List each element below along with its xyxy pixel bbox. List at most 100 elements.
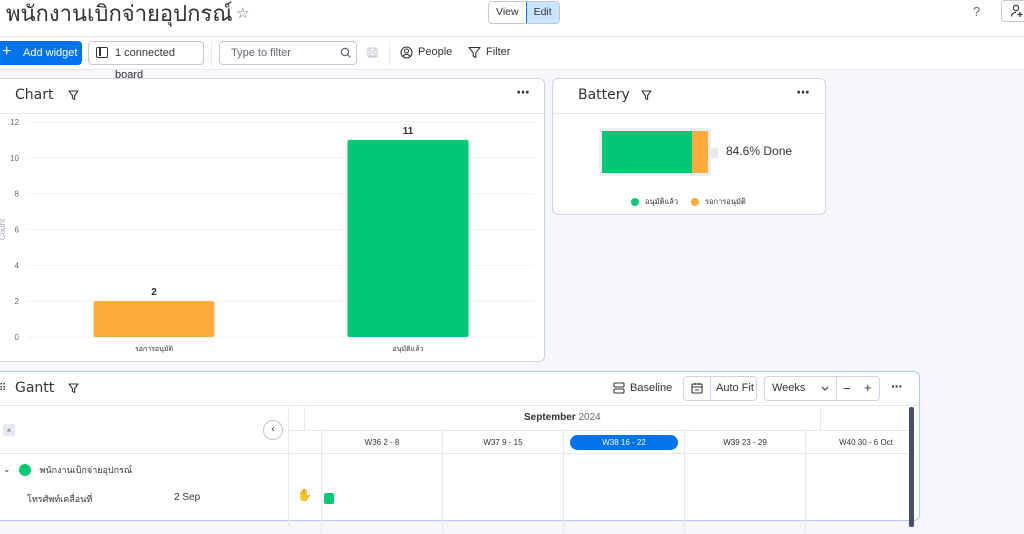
baseline-label: Baseline	[630, 382, 673, 394]
chevron-down-icon[interactable]: ⌄	[3, 465, 11, 475]
week-header: W40 30 - 6 Oct	[805, 431, 926, 454]
divider	[836, 377, 837, 400]
filter-icon[interactable]	[68, 383, 79, 394]
divider	[0, 453, 289, 454]
save-icon[interactable]	[367, 47, 378, 58]
filter-label: Filter	[486, 46, 511, 58]
y-tick-label: 2	[15, 297, 20, 306]
bar[interactable]	[93, 301, 215, 337]
battery-widget: Battery ··· 84.6% Done อนุมัติแล้ว รอการ…	[552, 78, 826, 215]
chevron-down-icon	[821, 386, 829, 391]
search-icon[interactable]	[340, 47, 352, 59]
hand-cursor-icon: ✋	[297, 488, 312, 502]
person-icon	[400, 46, 413, 59]
zoom-in-button[interactable]: +	[864, 376, 872, 399]
y-tick-label: 0	[15, 333, 20, 342]
week-column-divider	[684, 454, 685, 534]
battery-done-text: 84.6% Done	[726, 144, 793, 158]
divider	[211, 41, 212, 66]
y-tick-label: 10	[10, 154, 19, 163]
calendar-icon	[691, 383, 703, 394]
scale-selector[interactable]: Weeks − +	[764, 376, 880, 401]
week-column-divider	[442, 454, 443, 534]
month-year: 2024	[578, 412, 601, 423]
divider	[820, 407, 821, 431]
board-icon	[96, 47, 108, 58]
more-options-icon[interactable]: ···	[891, 378, 903, 394]
filter-icon[interactable]	[641, 90, 652, 101]
week-label: W37 9 - 15	[483, 438, 523, 447]
auto-fit-label: Auto Fit	[716, 382, 754, 394]
add-widget-label: Add widget	[23, 47, 78, 59]
collapse-all-icon[interactable]: ⌅	[3, 424, 15, 436]
board-title[interactable]: พนักงานเบิกจ่ายอุปกรณ์	[6, 0, 233, 30]
week-label: W40 30 - 6 Oct	[839, 438, 893, 447]
widget-title[interactable]: Battery	[578, 87, 630, 103]
drag-handle-icon[interactable]: ⠿	[0, 383, 6, 394]
x-tick-label: อนุมัติแล้ว	[393, 345, 424, 353]
zoom-out-button[interactable]: −	[843, 377, 851, 400]
gantt-widget: ⠿ Gantt Baseline Auto Fit Weeks − + ··· …	[0, 371, 920, 534]
gantt-item-list: ⌅ ‹ ⌄ พนักงานเบิกจ่ายอุปกรณ์ โทรศัพท์เคล…	[0, 407, 289, 527]
gantt-timeline: September 2024 W36 2 - 8 W37 9 - 15 W38 16…	[289, 407, 915, 534]
more-options-icon[interactable]: ···	[796, 85, 810, 101]
add-widget-button[interactable]: + Add widget	[0, 41, 82, 65]
battery-cap	[711, 148, 718, 158]
auto-fit-button[interactable]: Auto Fit	[683, 376, 757, 401]
edit-button[interactable]: Edit	[525, 2, 559, 23]
widget-title[interactable]: Gantt	[15, 380, 54, 396]
calendar-button[interactable]	[684, 377, 711, 400]
board-header: พนักงานเบิกจ่ายอุปกรณ์ ☆ View Edit ?	[0, 0, 1024, 36]
item-name[interactable]: โทรศัพท์เคลื่อนที่	[27, 492, 92, 506]
week-column-divider	[563, 454, 564, 534]
y-tick-label: 6	[15, 226, 20, 235]
bar-value-label: 11	[403, 126, 414, 137]
item-date: 2 Sep	[174, 492, 201, 503]
filter-button[interactable]: Filter	[468, 46, 511, 59]
y-tick-label: 4	[15, 261, 20, 270]
people-filter-button[interactable]: People	[400, 46, 453, 59]
week-header: W38 16 - 22	[563, 431, 684, 454]
week-label: W38 16 - 22	[570, 435, 678, 450]
widget-header: Chart ···	[0, 79, 544, 114]
filter-icon	[468, 46, 481, 59]
baseline-button[interactable]: Baseline	[613, 382, 672, 394]
legend-label: รอการอนุมัติ	[705, 197, 746, 206]
y-tick-label: 8	[15, 190, 20, 199]
bar[interactable]	[347, 139, 469, 337]
gantt-item-bar[interactable]	[324, 493, 334, 504]
star-icon[interactable]: ☆	[236, 4, 249, 22]
plus-icon: +	[2, 43, 12, 60]
x-tick-label: รอการอนุมัติ	[135, 345, 173, 353]
vertical-scrollbar[interactable]	[909, 407, 914, 527]
widget-title[interactable]: Chart	[15, 87, 53, 103]
widget-header: Battery ···	[553, 79, 825, 114]
week-header-row: W36 2 - 8 W37 9 - 15 W38 16 - 22 W39 23 - 2…	[289, 431, 915, 454]
scale-selected-value: Weeks	[772, 382, 806, 394]
legend-dot	[631, 198, 639, 206]
filter-icon[interactable]	[68, 90, 79, 101]
group-color-dot	[18, 464, 31, 476]
group-header[interactable]: ⌄ พนักงานเบิกจ่ายอุปกรณ์	[3, 463, 132, 477]
help-icon[interactable]: ?	[973, 4, 980, 19]
battery-segment	[602, 131, 692, 173]
week-label: W36 2 - 8	[364, 438, 400, 447]
month-name: September	[524, 412, 576, 423]
y-tick-label: 12	[10, 118, 19, 127]
collapse-panel-button[interactable]: ‹	[263, 420, 283, 440]
widget-header: ⠿ Gantt Baseline Auto Fit Weeks − + ···	[0, 372, 919, 406]
invite-button[interactable]	[1001, 0, 1024, 22]
month-label: September 2024	[524, 412, 601, 423]
week-label: W39 23 - 29	[723, 438, 767, 447]
week-header: W37 9 - 15	[442, 431, 563, 454]
more-options-icon[interactable]: ···	[516, 85, 530, 101]
bar-value-label: 2	[151, 287, 157, 298]
view-button[interactable]: View	[489, 2, 526, 23]
connected-board-button[interactable]: 1 connected board	[88, 41, 204, 81]
week-column-divider	[805, 454, 806, 534]
bar-chart: 0 2 4 6 8 10 12 Count 2 รอการอนุมัติ 11 อนุมัติแล้ว	[0, 118, 535, 353]
people-label: People	[418, 46, 453, 58]
divider	[304, 407, 305, 431]
week-header: W36 2 - 8	[321, 431, 442, 454]
filter-input[interactable]	[219, 41, 357, 65]
